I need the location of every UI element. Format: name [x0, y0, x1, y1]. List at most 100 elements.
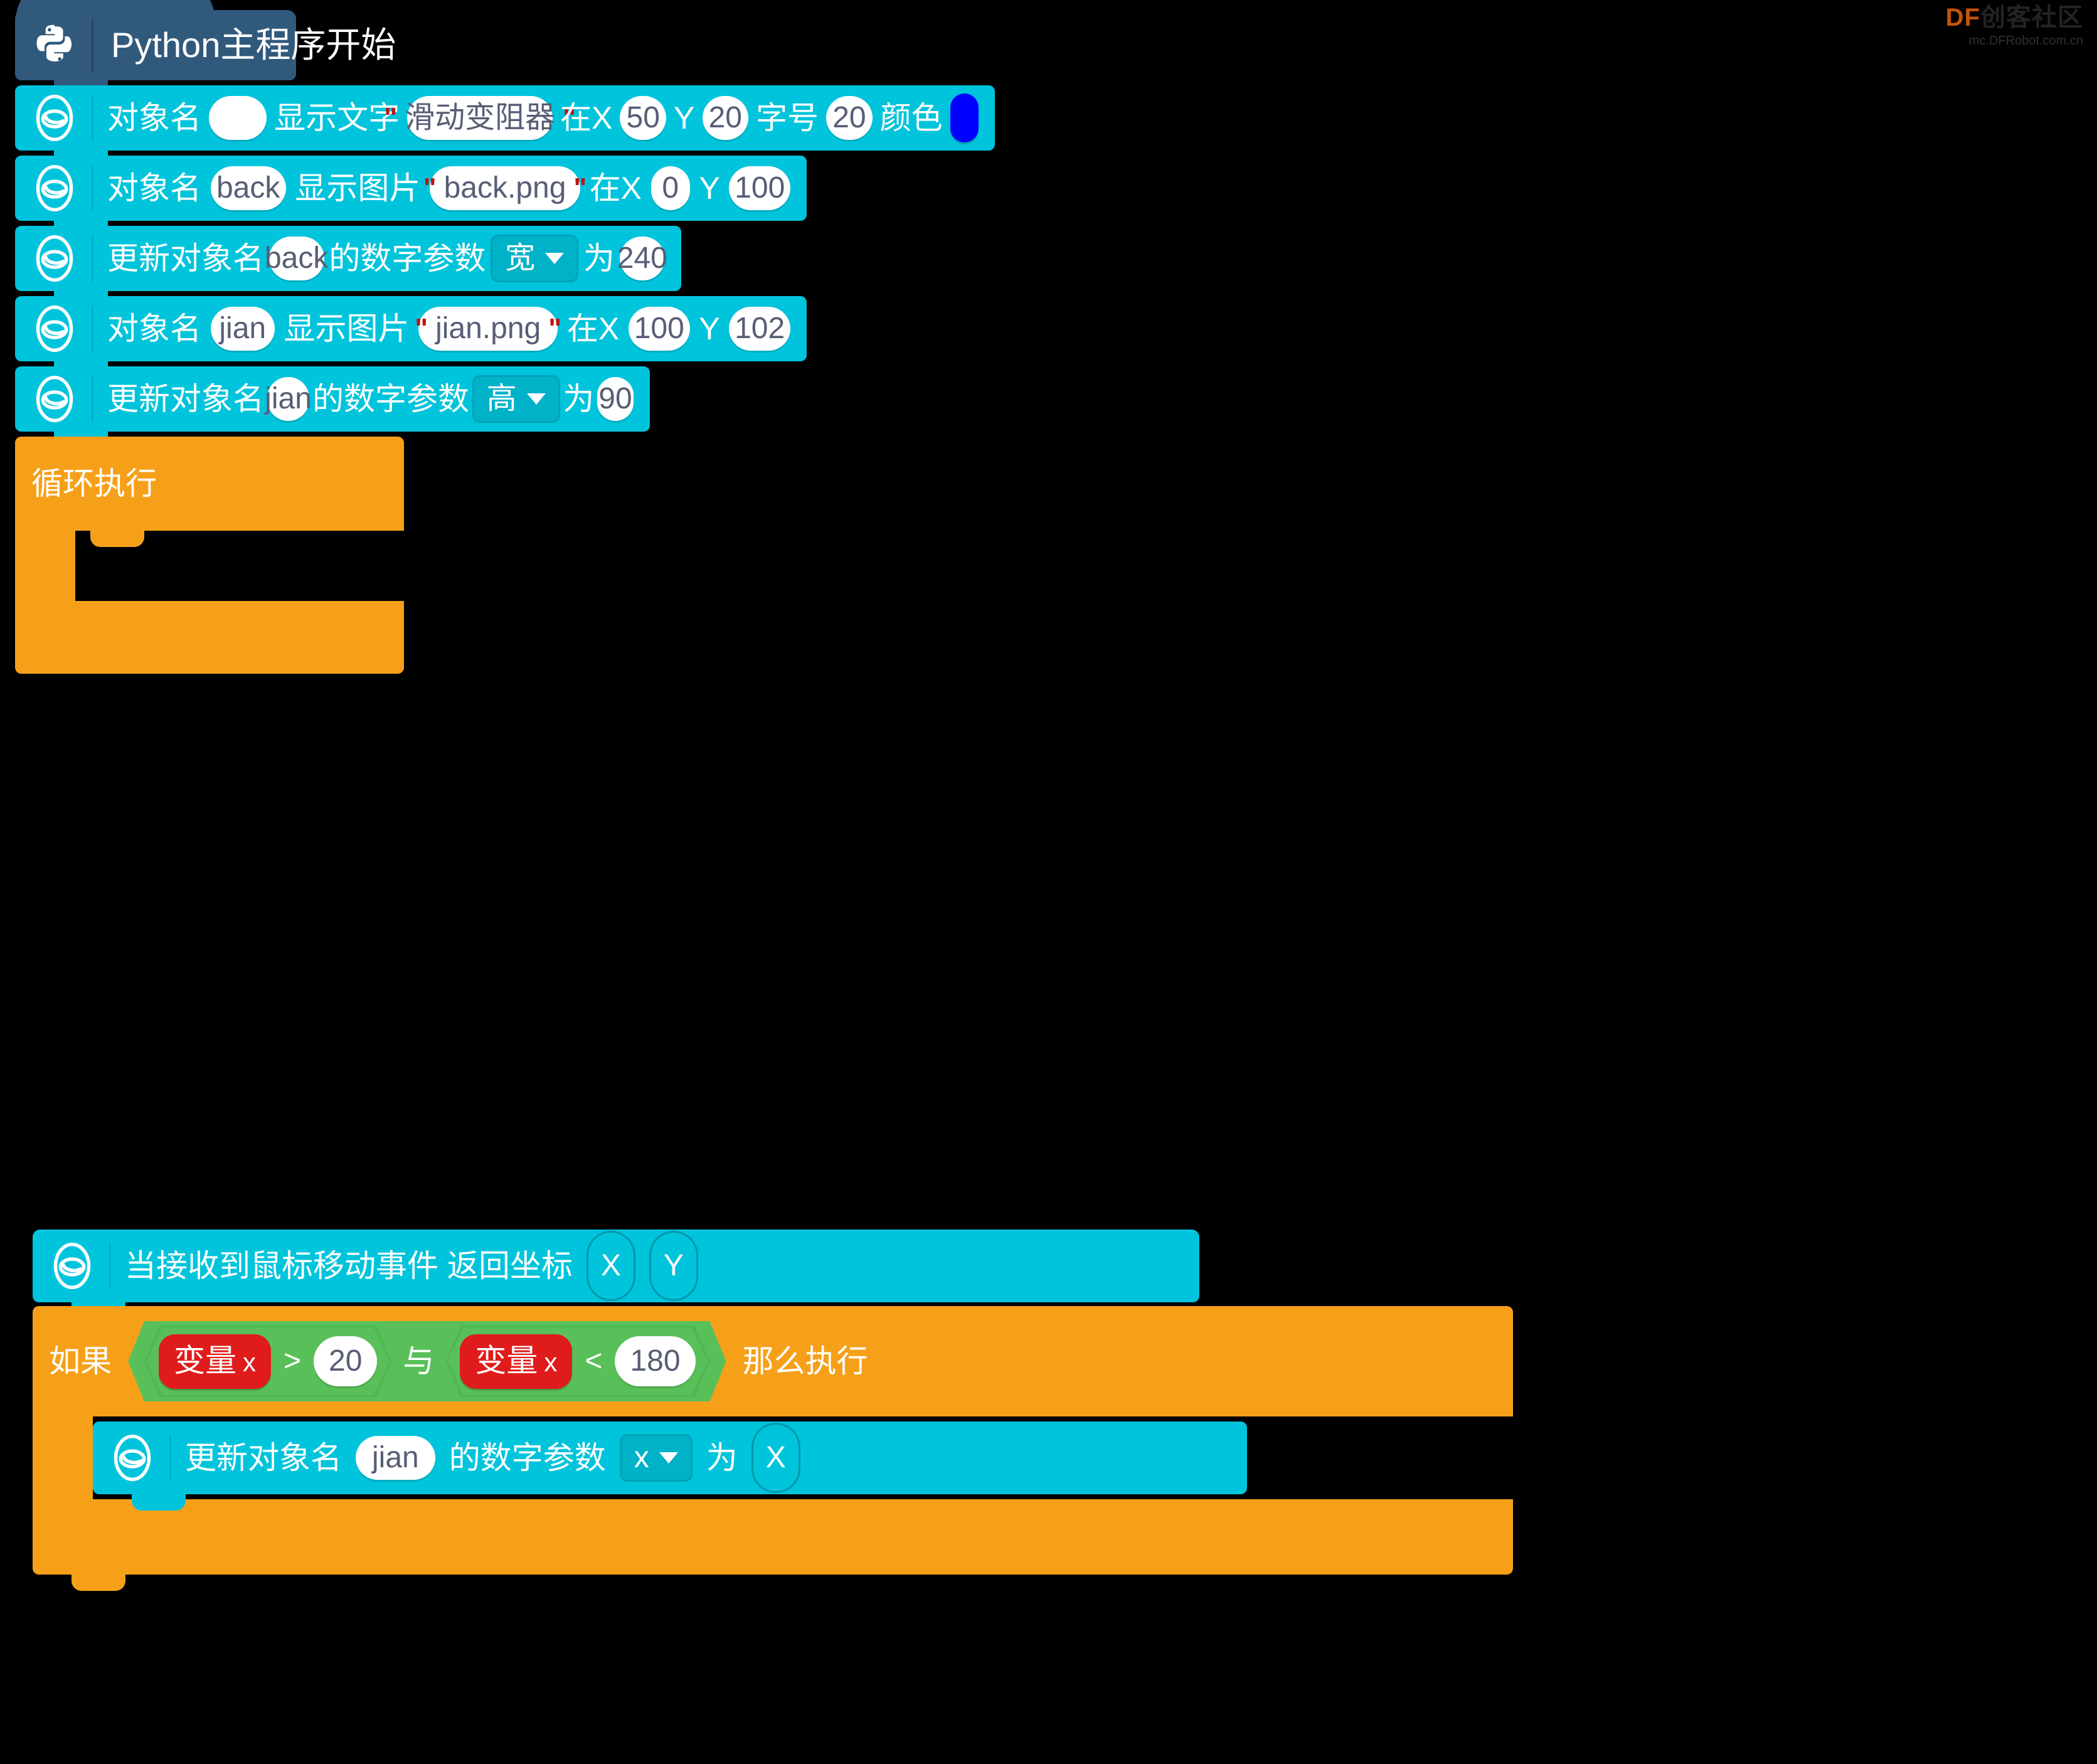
x-field[interactable]: 0	[650, 166, 690, 210]
label-update-object-name: 更新对象名	[107, 381, 264, 417]
quote-open: "	[415, 313, 428, 344]
variable-name: x	[544, 1347, 558, 1377]
display-object-icon	[30, 164, 79, 213]
image-path-value: jian.png	[435, 312, 541, 345]
if-bottom-notch	[72, 1575, 125, 1591]
image-path-field[interactable]: " jian.png "	[415, 307, 561, 351]
variable-x-reporter-left[interactable]: 变量 x	[159, 1334, 271, 1389]
color-swatch-field[interactable]	[950, 93, 979, 142]
x-field[interactable]: 100	[628, 307, 690, 351]
label-show-image: 显示图片	[284, 311, 410, 346]
mouse-move-event-hat-block[interactable]: 当接收到鼠标移动事件 返回坐标 X Y	[33, 1230, 1199, 1319]
quote-open: "	[384, 102, 398, 133]
label-object-name: 对象名	[107, 171, 201, 206]
label-object-name: 对象名	[107, 100, 201, 135]
block-divider	[169, 1435, 171, 1481]
and-operator-block[interactable]: 变量 x > 20 与 变量 x < 180	[128, 1321, 726, 1401]
watermark-brand-cn: 创客社区	[1980, 4, 2083, 31]
forever-loop-header[interactable]: 循环执行	[15, 437, 404, 531]
less-than-block[interactable]: 变量 x < 180	[445, 1326, 709, 1397]
if-header[interactable]: 如果 变量 x > 20 与 变量 x < 180 那么执行	[33, 1306, 1513, 1416]
value-field[interactable]: 240	[617, 236, 667, 280]
forever-loop-body-slot[interactable]	[15, 531, 404, 601]
loop-left-arm	[15, 531, 75, 601]
param-dropdown[interactable]: 宽	[491, 235, 579, 282]
label-set-to: 为	[583, 241, 615, 276]
variable-label: 变量	[475, 1342, 538, 1378]
script-mouse-move: 当接收到鼠标移动事件 返回坐标 X Y 如果 变量 x > 20 与 变量 x …	[33, 1230, 1513, 1591]
image-path-field[interactable]: " back.png "	[423, 166, 587, 210]
hat-divider	[92, 19, 93, 72]
chevron-down-icon	[659, 1452, 678, 1464]
object-name-field[interactable]: jian	[210, 307, 275, 351]
blockly-canvas: DF创客社区 mc.DFRobot.com.cn Python主程序开始 对象名…	[0, 0, 2097, 1764]
value-field[interactable]: 90	[597, 377, 634, 421]
if-left-arm	[33, 1416, 93, 1499]
watermark: DF创客社区 mc.DFRobot.com.cn	[1946, 4, 2083, 49]
less-than-inner[interactable]: 变量 x < 180	[447, 1327, 708, 1395]
event-param-y[interactable]: Y	[649, 1231, 698, 1301]
watermark-url: mc.DFRobot.com.cn	[1968, 34, 2083, 48]
quote-close: "	[548, 313, 562, 344]
display-object-icon	[108, 1433, 157, 1482]
if-label: 如果	[49, 1344, 112, 1379]
update-back-width-block[interactable]: 更新对象名 back 的数字参数 宽 为 240	[15, 226, 681, 307]
then-label: 那么执行	[742, 1344, 868, 1379]
display-object-icon	[30, 93, 79, 142]
param-dropdown[interactable]: 高	[472, 375, 560, 423]
label-set-to: 为	[706, 1440, 738, 1475]
and-label: 与	[403, 1344, 435, 1379]
object-name-field[interactable]	[209, 96, 267, 140]
forever-loop-block[interactable]: 循环执行	[15, 437, 404, 674]
compare-value-right[interactable]: 180	[615, 1336, 695, 1386]
variable-label: 变量	[174, 1342, 236, 1378]
hat-label: Python主程序开始	[111, 25, 396, 65]
y-field[interactable]: 102	[729, 307, 790, 351]
x-field[interactable]: 50	[620, 96, 666, 140]
label-y: Y	[674, 100, 695, 135]
python-start-hat-block[interactable]: Python主程序开始	[15, 0, 396, 97]
display-object-icon	[30, 375, 79, 423]
update-jian-height-block[interactable]: 更新对象名 jian 的数字参数 高 为 90	[15, 366, 650, 448]
display-object-icon	[48, 1241, 97, 1290]
python-logo-icon	[31, 22, 78, 68]
display-object-icon	[30, 234, 79, 283]
object-name-field[interactable]: jian	[265, 377, 312, 421]
script-main: Python主程序开始 对象名 显示文字 " 滑动变阻器 " 在X 50 Y 20 …	[15, 0, 995, 674]
forever-loop-label: 循环执行	[31, 466, 157, 501]
compare-value-left[interactable]: 20	[314, 1336, 377, 1386]
display-object-icon	[30, 304, 79, 353]
variable-x-reporter-right[interactable]: 变量 x	[460, 1334, 572, 1389]
watermark-brand-df: DF	[1945, 4, 1980, 31]
label-at-x: 在X	[589, 171, 642, 206]
object-name-field[interactable]: back	[265, 236, 328, 280]
text-string-field[interactable]: " 滑动变阻器 "	[384, 96, 576, 140]
show-image-jian-block[interactable]: 对象名 jian 显示图片 " jian.png " 在X 100 Y 102	[15, 296, 807, 378]
comparator-greater-than: >	[284, 1344, 302, 1378]
greater-than-inner[interactable]: 变量 x > 20	[146, 1327, 390, 1395]
y-field[interactable]: 100	[729, 166, 791, 210]
watermark-brand: DF创客社区	[1946, 4, 2083, 31]
greater-than-block[interactable]: 变量 x > 20	[144, 1326, 391, 1397]
block-divider	[92, 95, 93, 141]
update-jian-x-block[interactable]: 更新对象名 jian 的数字参数 x 为 X	[93, 1421, 1247, 1511]
label-y: Y	[699, 171, 720, 206]
label-update-object-name: 更新对象名	[107, 241, 264, 276]
label-color: 颜色	[879, 100, 943, 135]
font-size-field[interactable]: 20	[826, 96, 873, 140]
value-variable-reporter[interactable]: X	[751, 1423, 800, 1493]
event-hat-label: 当接收到鼠标移动事件 返回坐标	[125, 1248, 573, 1283]
if-body-slot[interactable]: 更新对象名 jian 的数字参数 x 为 X	[33, 1416, 1513, 1511]
object-name-field[interactable]: jian	[356, 1436, 435, 1480]
show-image-back-block[interactable]: 对象名 back 显示图片 " back.png " 在X 0 Y 100	[15, 156, 807, 237]
object-name-field[interactable]: back	[210, 166, 286, 210]
param-dropdown-value: 宽	[505, 242, 536, 275]
param-dropdown[interactable]: x	[619, 1434, 693, 1482]
loop-inner-top-notch	[90, 531, 144, 547]
label-set-to: 为	[563, 381, 595, 417]
param-dropdown-value: x	[634, 1441, 649, 1474]
show-text-block[interactable]: 对象名 显示文字 " 滑动变阻器 " 在X 50 Y 20 字号 20 颜色	[15, 85, 995, 167]
if-then-block[interactable]: 如果 变量 x > 20 与 变量 x < 180 那么执行 更新对象名 jia…	[33, 1306, 1513, 1591]
event-param-x[interactable]: X	[586, 1231, 635, 1301]
y-field[interactable]: 20	[702, 96, 748, 140]
